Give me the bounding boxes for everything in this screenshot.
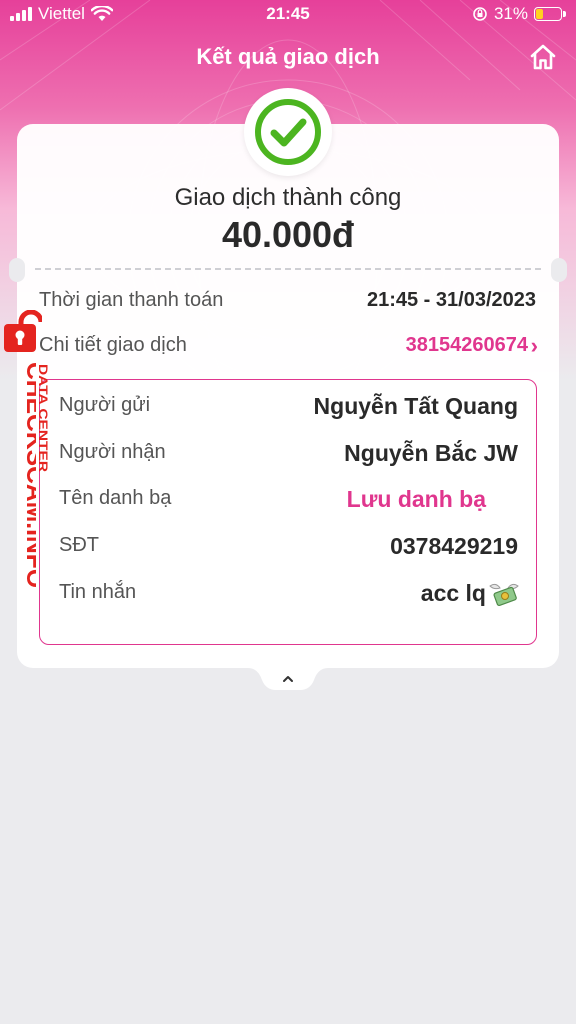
- watermark-subtext: DATA CENTER: [36, 364, 50, 472]
- payment-time-value: 21:45 - 31/03/2023: [366, 289, 536, 311]
- chevron-up-icon: [283, 676, 293, 682]
- payment-time-label: Thời gian thanh toán: [39, 289, 224, 311]
- page-title: Kết quả giao dịch: [196, 44, 380, 69]
- receiver-value: Nguyễn Bắc JW: [344, 440, 518, 466]
- ticket-notch-left: [9, 258, 25, 282]
- receiver-label: Người nhận: [59, 441, 166, 463]
- divider: [35, 268, 541, 270]
- status-bar: Viettel 21:45 31%: [0, 0, 576, 30]
- sender-value: Nguyễn Tất Quang: [313, 393, 518, 419]
- success-badge: [244, 88, 332, 176]
- transaction-id-link[interactable]: 38154260674: [406, 334, 528, 357]
- phone-label: SĐT: [59, 534, 99, 556]
- ticket-notch-right: [551, 258, 567, 282]
- battery-icon: [534, 7, 566, 21]
- contact-name-label: Tên danh bạ: [59, 487, 172, 509]
- transfer-info-box: Người gửi Nguyễn Tất Quang Người nhận Ng…: [39, 379, 537, 645]
- home-icon: [530, 44, 556, 70]
- battery-percent: 31%: [493, 4, 528, 23]
- money-with-wings-icon: [489, 583, 519, 607]
- check-circle-icon: [255, 99, 321, 165]
- transaction-status: Giao dịch thành công: [174, 184, 402, 211]
- svg-text:CHECKSCAM.INFO: CHECKSCAM.INFO: [21, 362, 36, 588]
- lock-icon: [4, 310, 42, 352]
- save-contact-link[interactable]: Lưu danh bạ: [347, 486, 486, 513]
- battery-level: [536, 9, 544, 19]
- message-value: acc lq: [420, 580, 486, 606]
- watermark-text: CHECKSCAM.INFO: [21, 362, 36, 588]
- message-label: Tin nhắn: [59, 581, 137, 603]
- chevron-right-icon[interactable]: ›: [531, 333, 538, 359]
- transaction-amount: 40.000đ: [221, 214, 355, 255]
- collapse-tab[interactable]: [248, 668, 328, 692]
- phone-value: 0378429219: [390, 533, 518, 559]
- home-button[interactable]: [528, 42, 558, 72]
- status-right: 31%: [472, 4, 566, 24]
- sender-label: Người gửi: [59, 394, 151, 416]
- orientation-lock-icon: [473, 7, 487, 21]
- transaction-detail-label: Chi tiết giao dịch: [39, 334, 187, 356]
- svg-text:DATA CENTER: DATA CENTER: [36, 364, 50, 472]
